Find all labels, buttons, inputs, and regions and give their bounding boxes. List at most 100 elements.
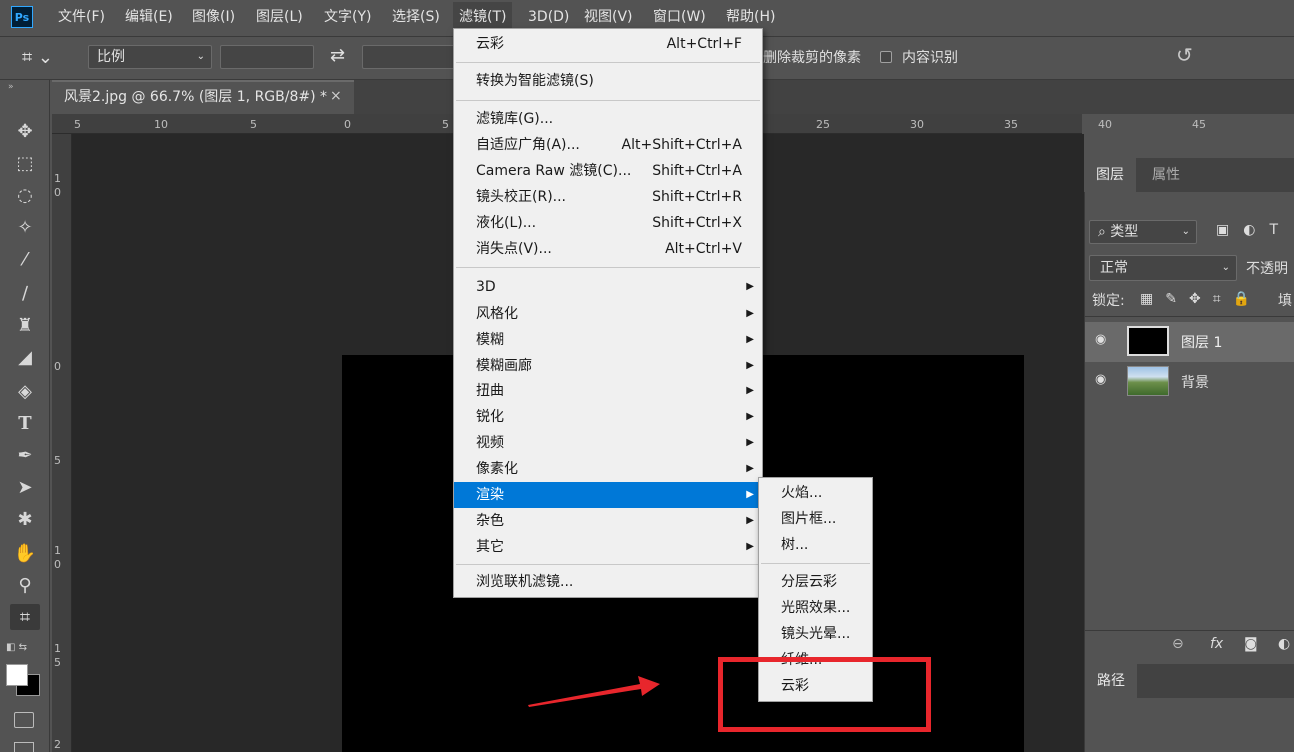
- menu-item-adaptive-wide-angle[interactable]: 自适应广角(A)... Alt+Shift+Ctrl+A: [454, 132, 762, 158]
- link-icon[interactable]: ⊖: [1172, 636, 1184, 652]
- layer-row-layer1[interactable]: ◉ 图层 1: [1085, 322, 1294, 362]
- menu-item-filter-gallery[interactable]: 滤镜库(G)...: [454, 106, 762, 132]
- tab-paths[interactable]: 路径: [1085, 664, 1137, 698]
- menu-item-label: 其它: [476, 539, 504, 555]
- zoom-tool-icon[interactable]: ⚲: [10, 572, 40, 598]
- ruler-label: 2: [54, 738, 61, 751]
- divider: [1085, 316, 1294, 317]
- menu-item-camera-raw[interactable]: Camera Raw 滤镜(C)... Shift+Ctrl+A: [454, 158, 762, 184]
- tab-properties[interactable]: 属性: [1140, 158, 1192, 192]
- submenu-item-picture-frame[interactable]: 图片框...: [759, 506, 872, 532]
- brush-tool-icon[interactable]: ∕: [10, 280, 40, 306]
- eyedropper-tool-icon[interactable]: ⁄: [10, 246, 40, 272]
- crop-ratio-select[interactable]: 比例 ⌄: [88, 45, 212, 69]
- tab-layers[interactable]: 图层: [1084, 158, 1136, 192]
- menu-item-label: 自适应广角(A)...: [476, 137, 580, 153]
- menu-item-label: 视频: [476, 435, 504, 451]
- menu-item-lens-correction[interactable]: 镜头校正(R)... Shift+Ctrl+R: [454, 184, 762, 210]
- crop-preset-icon[interactable]: ⌗ ⌄: [22, 45, 62, 71]
- pen-tool-icon[interactable]: ✒: [10, 442, 40, 468]
- document-tab[interactable]: 风景2.jpg @ 66.7% (图层 1, RGB/8#) *: [52, 80, 354, 114]
- menu-select[interactable]: 选择(S): [386, 0, 446, 34]
- submenu-item-lighting-effects[interactable]: 光照效果...: [759, 595, 872, 621]
- layer-filter-select[interactable]: ⌕ 类型 ⌄: [1089, 220, 1197, 244]
- default-colors-icon[interactable]: ◧ ⇆: [6, 642, 27, 653]
- magic-wand-tool-icon[interactable]: ✧: [10, 214, 40, 240]
- content-aware-checkbox[interactable]: [880, 51, 892, 63]
- menu-item-distort[interactable]: 扭曲 ▶: [454, 378, 762, 404]
- adjustment-icon[interactable]: ◐: [1278, 636, 1290, 652]
- crop-height-input[interactable]: [362, 45, 456, 69]
- menu-item-3d[interactable]: 3D ▶: [454, 274, 762, 300]
- ruler-label: 5: [250, 118, 257, 131]
- ruler-label: 0: [344, 118, 351, 131]
- collapse-icon[interactable]: »: [8, 82, 14, 92]
- menu-file[interactable]: 文件(F): [52, 0, 111, 34]
- menu-item-video[interactable]: 视频 ▶: [454, 430, 762, 456]
- menu-image[interactable]: 图像(I): [186, 0, 241, 34]
- submenu-arrow-icon: ▶: [746, 334, 754, 345]
- menu-item-noise[interactable]: 杂色 ▶: [454, 508, 762, 534]
- lock-label: 锁定:: [1092, 293, 1125, 309]
- submenu-item-difference-clouds[interactable]: 分层云彩: [759, 569, 872, 595]
- submenu-item-lens-flare[interactable]: 镜头光晕...: [759, 621, 872, 647]
- mask-icon[interactable]: ◙: [1244, 636, 1258, 652]
- submenu-arrow-icon: ▶: [746, 360, 754, 371]
- menu-layer[interactable]: 图层(L): [250, 0, 309, 34]
- crop-tool-icon[interactable]: ⌗: [10, 604, 40, 630]
- menu-item-label: 转换为智能滤镜(S): [476, 73, 594, 89]
- menu-item-blur-gallery[interactable]: 模糊画廊 ▶: [454, 353, 762, 379]
- layer-filter-icons[interactable]: ▣◐T: [1216, 222, 1292, 238]
- menu-item-other[interactable]: 其它 ▶: [454, 534, 762, 560]
- move-tool-icon[interactable]: ✥: [10, 118, 40, 144]
- menu-item-render[interactable]: 渲染 ▶: [454, 482, 762, 508]
- blend-mode-select[interactable]: 正常 ⌄: [1089, 255, 1237, 281]
- stamp-tool-icon[interactable]: ♜: [10, 312, 40, 338]
- ruler-label: 5: [54, 454, 61, 467]
- eye-icon[interactable]: ◉: [1095, 332, 1111, 348]
- menu-item-shortcut: Alt+Ctrl+F: [666, 36, 742, 52]
- menu-item-shortcut: Shift+Ctrl+A: [652, 163, 742, 179]
- marquee-tool-icon[interactable]: ⬚: [10, 150, 40, 176]
- menu-item-liquify[interactable]: 液化(L)... Shift+Ctrl+X: [454, 210, 762, 236]
- eye-icon[interactable]: ◉: [1095, 372, 1111, 388]
- path-select-tool-icon[interactable]: ➤: [10, 474, 40, 500]
- foreground-color-swatch[interactable]: [6, 664, 28, 686]
- menu-item-label: 液化(L)...: [476, 215, 537, 231]
- menu-item-stylize[interactable]: 风格化 ▶: [454, 301, 762, 327]
- reset-icon[interactable]: ↺: [1176, 43, 1193, 67]
- menu-item-label: 火焰...: [781, 485, 823, 501]
- crop-width-input[interactable]: [220, 45, 314, 69]
- close-tab-icon[interactable]: ×: [330, 88, 342, 104]
- type-tool-icon[interactable]: T: [10, 410, 40, 436]
- layer-row-background[interactable]: ◉ 背景: [1085, 362, 1294, 402]
- menu-item-sharpen[interactable]: 锐化 ▶: [454, 404, 762, 430]
- menu-type[interactable]: 文字(Y): [318, 0, 377, 34]
- submenu-arrow-icon: ▶: [746, 515, 754, 526]
- eraser-tool-icon[interactable]: ◢: [10, 344, 40, 370]
- menu-item-convert-smart[interactable]: 转换为智能滤镜(S): [454, 68, 762, 94]
- hand-tool-icon[interactable]: ✋: [10, 540, 40, 566]
- ruler-label: 1: [54, 642, 61, 655]
- menu-item-pixelate[interactable]: 像素化 ▶: [454, 456, 762, 482]
- swap-icon[interactable]: ⇄: [330, 45, 345, 66]
- photoshop-logo-icon[interactable]: Ps: [11, 6, 33, 28]
- menu-item-label: 滤镜库(G)...: [476, 111, 554, 127]
- screen-mode-icon[interactable]: [14, 742, 34, 752]
- menu-item-browse-online[interactable]: 浏览联机滤镜...: [454, 569, 762, 595]
- menu-item-blur[interactable]: 模糊 ▶: [454, 327, 762, 353]
- paint-bucket-tool-icon[interactable]: ◈: [10, 378, 40, 404]
- paths-panel-header: 路径: [1085, 664, 1294, 698]
- menu-edit[interactable]: 编辑(E): [119, 0, 179, 34]
- custom-shape-tool-icon[interactable]: ✱: [10, 506, 40, 532]
- menu-item-vanishing-point[interactable]: 消失点(V)... Alt+Ctrl+V: [454, 236, 762, 262]
- submenu-item-flame[interactable]: 火焰...: [759, 480, 872, 506]
- layer-thumbnail: [1127, 366, 1169, 396]
- quick-mask-icon[interactable]: [14, 712, 34, 728]
- fx-button[interactable]: fx: [1210, 636, 1223, 652]
- layer-filter-value: 类型: [1110, 224, 1139, 240]
- submenu-item-tree[interactable]: 树...: [759, 532, 872, 558]
- lock-icons[interactable]: ▦✎✥⌗🔒: [1140, 291, 1262, 307]
- lasso-tool-icon[interactable]: ◌: [10, 182, 40, 208]
- menu-item-last-filter[interactable]: 云彩 Alt+Ctrl+F: [454, 31, 762, 57]
